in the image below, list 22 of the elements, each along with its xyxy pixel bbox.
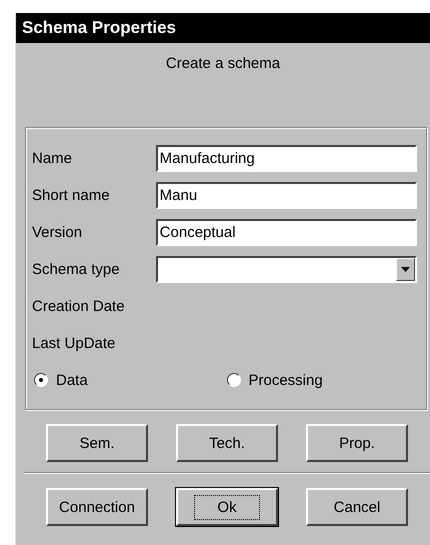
- input-field[interactable]: Conceptual: [156, 219, 417, 246]
- dialog-button[interactable]: Ok: [176, 488, 278, 526]
- radio-button[interactable]: [226, 373, 240, 387]
- input-field[interactable]: Manufacturing: [156, 145, 417, 172]
- field-label: Short name: [32, 187, 111, 204]
- field-label: Version: [32, 224, 84, 241]
- dialog-button[interactable]: Cancel: [306, 488, 408, 526]
- dialog-button[interactable]: Sem.: [46, 424, 148, 462]
- window-title: Schema Properties: [16, 13, 430, 43]
- field-label: Last UpDate: [32, 335, 116, 352]
- input-field[interactable]: Manu: [156, 182, 417, 209]
- field-label: Schema type: [32, 261, 121, 278]
- dialog-button[interactable]: Connection: [46, 488, 148, 526]
- radio-label: Processing: [248, 372, 323, 388]
- field-label: Creation Date: [32, 298, 126, 315]
- field-label: Name: [32, 150, 74, 167]
- dropdown-field[interactable]: [156, 256, 417, 283]
- dialog-button[interactable]: Tech.: [176, 424, 278, 462]
- dialog-button[interactable]: Prop.: [306, 424, 408, 462]
- radio-button[interactable]: [34, 373, 48, 387]
- dialog-heading: Create a schema: [164, 55, 282, 74]
- radio-label: Data: [56, 372, 88, 388]
